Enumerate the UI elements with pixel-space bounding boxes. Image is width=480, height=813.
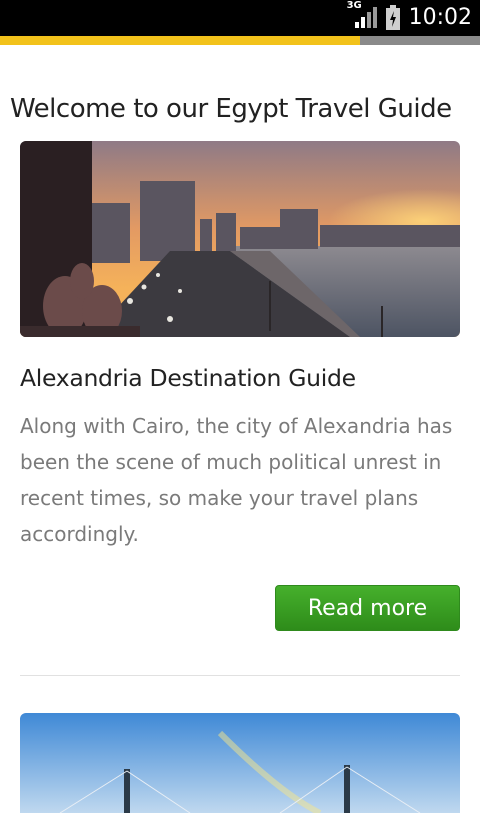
page-title: Welcome to our Egypt Travel Guide bbox=[10, 94, 452, 124]
battery-charging-icon bbox=[385, 5, 401, 31]
read-more-button[interactable]: Read more bbox=[275, 585, 460, 631]
status-clock: 10:02 bbox=[408, 5, 472, 30]
status-bar: 3G 10:02 bbox=[0, 0, 480, 36]
page-load-progress bbox=[0, 36, 480, 45]
bridge-image[interactable] bbox=[20, 713, 460, 813]
network-type-label: 3G bbox=[346, 0, 362, 11]
article-excerpt: Along with Cairo, the city of Alexandria… bbox=[20, 414, 453, 546]
article-title[interactable]: Alexandria Destination Guide bbox=[20, 364, 356, 392]
status-icons: 3G 10:02 bbox=[347, 0, 472, 32]
alexandria-image[interactable] bbox=[20, 141, 460, 337]
article-divider bbox=[20, 675, 460, 676]
page-load-progress-fill bbox=[0, 36, 360, 45]
signal-icon: 3G bbox=[347, 0, 377, 30]
